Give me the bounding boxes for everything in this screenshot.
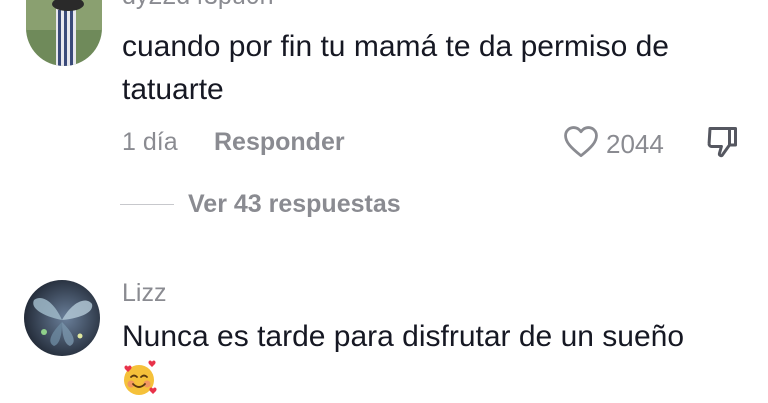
avatar[interactable] xyxy=(24,280,100,356)
reply-button[interactable]: Responder xyxy=(214,128,345,157)
replies-divider xyxy=(120,204,174,205)
heart-outline-icon xyxy=(562,124,600,165)
view-replies[interactable]: Ver 43 respuestas xyxy=(120,190,401,219)
comment-timestamp: 1 día xyxy=(122,128,178,156)
smiling-face-with-hearts-emoji xyxy=(120,360,158,403)
comment-text: Nunca es tarde para disfrutar de un sueñ… xyxy=(122,320,685,353)
username[interactable]: Lizz xyxy=(122,279,166,308)
like-button[interactable]: 2044 xyxy=(562,124,664,165)
avatar[interactable] xyxy=(26,0,102,66)
username[interactable]: dy22d43pu0n xyxy=(122,0,274,11)
comment-text: cuando por fin tu mamá te da permiso de xyxy=(122,30,669,63)
like-count: 2044 xyxy=(606,129,664,159)
thumbs-down-icon[interactable] xyxy=(704,124,740,165)
comment-text-line2: tatuarte xyxy=(122,73,224,106)
view-replies-label[interactable]: Ver 43 respuestas xyxy=(188,190,401,219)
